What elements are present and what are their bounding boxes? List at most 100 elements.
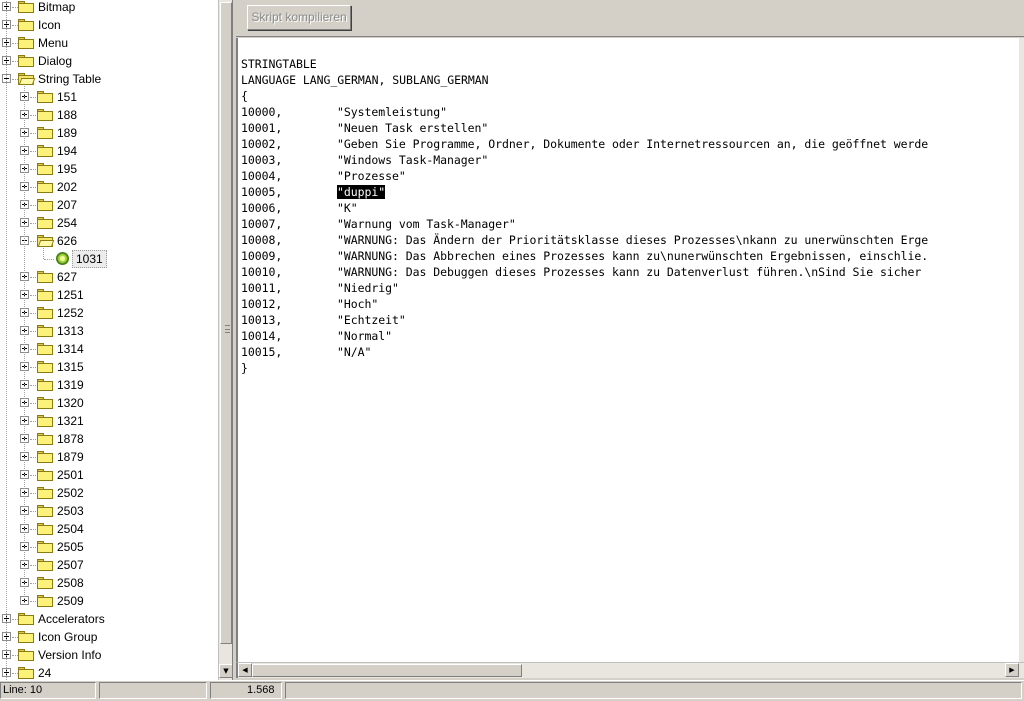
tree-item-2509[interactable]: 2509: [0, 592, 218, 610]
editor-horizontal-scrollbar[interactable]: ◀ ▶: [236, 662, 1024, 678]
string-entry-line: 10009, "WARNUNG: Das Abbrechen eines Proz…: [241, 248, 928, 264]
folder-body-shape: [18, 651, 34, 661]
tree-item-icon[interactable]: Icon: [0, 16, 218, 34]
tree-item-1252[interactable]: 1252: [0, 304, 218, 322]
compile-script-button[interactable]: Skript kompilieren: [247, 5, 351, 30]
tree-item-label: 1031: [72, 250, 107, 268]
tree-item-bitmap[interactable]: Bitmap: [0, 0, 218, 16]
string-entry-line: 10001, "Neuen Task erstellen": [241, 120, 928, 136]
editor-scroll-right-button[interactable]: ▶: [1005, 663, 1019, 677]
tree-item-2507[interactable]: 2507: [0, 556, 218, 574]
tree-item-207[interactable]: 207: [0, 196, 218, 214]
folder-icon: [37, 397, 53, 409]
string-id: 10012,: [241, 297, 283, 311]
tree-item-2508[interactable]: 2508: [0, 574, 218, 592]
tree-item-label: 254: [57, 216, 78, 230]
tree-item-2501[interactable]: 2501: [0, 466, 218, 484]
string-value-selected: "duppi": [337, 185, 386, 199]
script-text[interactable]: STRINGTABLE LANGUAGE LANG_GERMAN, SUBLANG…: [241, 56, 928, 376]
tree-scroll-down-button[interactable]: ▼: [219, 664, 232, 678]
string-entry-line: 10002, "Geben Sie Programme, Ordner, Doku…: [241, 136, 928, 152]
folder-icon: [37, 541, 53, 553]
tree-item-2503[interactable]: 2503: [0, 502, 218, 520]
tree-item-menu[interactable]: Menu: [0, 34, 218, 52]
folder-body-shape: [37, 453, 53, 463]
folder-icon: [37, 523, 53, 535]
tree-item-1319[interactable]: 1319: [0, 376, 218, 394]
tree-item-label: 2507: [57, 558, 84, 572]
tree-connector-line: [30, 115, 36, 116]
folder-icon: [18, 667, 34, 679]
folder-body-shape: [37, 219, 53, 229]
script-editor[interactable]: STRINGTABLE LANGUAGE LANG_GERMAN, SUBLANG…: [236, 38, 1021, 662]
string-id: 10010,: [241, 265, 283, 279]
folder-body-shape: [18, 39, 34, 49]
code-header-text: {: [241, 89, 248, 103]
tree-connector-line: [30, 295, 36, 296]
code-header-text: LANGUAGE LANG_GERMAN, SUBLANG_GERMAN: [241, 73, 489, 87]
tree-item-189[interactable]: 189: [0, 124, 218, 142]
tree-item-1313[interactable]: 1313: [0, 322, 218, 340]
tree-item-188[interactable]: 188: [0, 106, 218, 124]
folder-body-shape: [18, 615, 34, 625]
tree-item-254[interactable]: 254: [0, 214, 218, 232]
editor-scroll-thumb[interactable]: [252, 664, 522, 677]
tree-scroll-thumb[interactable]: [220, 2, 232, 644]
string-value: "Geben Sie Programme, Ordner, Dokumente …: [337, 137, 929, 151]
tree-item-accelerators[interactable]: Accelerators: [0, 610, 218, 628]
string-id: 10014,: [241, 329, 283, 343]
folder-icon: [37, 145, 53, 157]
tree-item-1321[interactable]: 1321: [0, 412, 218, 430]
tree-item-1878[interactable]: 1878: [0, 430, 218, 448]
tree-item-194[interactable]: 194: [0, 142, 218, 160]
tree-item-label: 188: [57, 108, 78, 122]
tree-item-1315[interactable]: 1315: [0, 358, 218, 376]
tree-connector-line: [30, 187, 36, 188]
string-id: 10001,: [241, 121, 283, 135]
tree-item-1320[interactable]: 1320: [0, 394, 218, 412]
folder-icon: [37, 91, 53, 103]
tree-item-24[interactable]: 24: [0, 664, 218, 680]
tree-item-1879[interactable]: 1879: [0, 448, 218, 466]
folder-body-shape: [37, 543, 53, 553]
tree-item-version-info[interactable]: Version Info: [0, 646, 218, 664]
folder-body-shape: [37, 201, 53, 211]
tree-vertical-scrollbar[interactable]: ▼: [218, 0, 232, 680]
folder-body-shape: [37, 399, 53, 409]
tree-item-2502[interactable]: 2502: [0, 484, 218, 502]
folder-body-shape: [37, 471, 53, 481]
tree-item-195[interactable]: 195: [0, 160, 218, 178]
folder-icon: [37, 307, 53, 319]
tree-item-2505[interactable]: 2505: [0, 538, 218, 556]
tree-item-1314[interactable]: 1314: [0, 340, 218, 358]
folder-icon: [37, 505, 53, 517]
string-value: "Hoch": [337, 297, 379, 311]
tree-connector-line: [30, 493, 36, 494]
tree-item-626[interactable]: 626: [0, 232, 218, 250]
tree-item-dialog[interactable]: Dialog: [0, 52, 218, 70]
tree-item-202[interactable]: 202: [0, 178, 218, 196]
tree-item-151[interactable]: 151: [0, 88, 218, 106]
tree-item-1031[interactable]: 1031: [0, 250, 218, 268]
tree-connector-line: [43, 248, 44, 259]
tree-connector-line: [30, 547, 36, 548]
tree-connector-line: [30, 475, 36, 476]
editor-scroll-left-button[interactable]: ◀: [238, 663, 252, 677]
tree-connector-line: [30, 421, 36, 422]
folder-icon: [37, 595, 53, 607]
string-id: 10003,: [241, 153, 283, 167]
tree-item-label: 2502: [57, 486, 84, 500]
tree-item-2504[interactable]: 2504: [0, 520, 218, 538]
tree-item-627[interactable]: 627: [0, 268, 218, 286]
string-value: "WARNUNG: Das Debuggen dieses Prozesses …: [337, 265, 922, 279]
tree-item-label: 1878: [57, 432, 84, 446]
tree-item-1251[interactable]: 1251: [0, 286, 218, 304]
resource-tree[interactable]: Bitmap Icon Menu Dialog String Table 151 188 18…: [0, 0, 233, 680]
editor-vertical-scrollbar[interactable]: [1019, 38, 1024, 662]
tree-item-string-table[interactable]: String Table: [0, 70, 218, 88]
tree-connector-line: [24, 86, 25, 603]
string-value: "N/A": [337, 345, 372, 359]
tree-item-icon-group[interactable]: Icon Group: [0, 628, 218, 646]
tree-connector-line: [30, 565, 36, 566]
folder-body-shape: [37, 597, 53, 607]
